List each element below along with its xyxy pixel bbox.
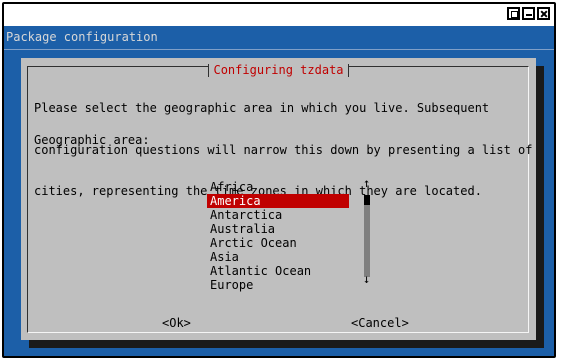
ok-button[interactable]: <Ok> [162,316,191,330]
debconf-dialog: Configuring tzdata Please select the geo… [21,58,536,340]
minimize-icon[interactable] [522,7,535,20]
list-item[interactable]: Europe [207,278,349,292]
list-item[interactable]: America [207,194,349,208]
scrollbar-thumb[interactable] [364,195,370,205]
list-item[interactable]: Africa [207,180,349,194]
geographic-area-label: Geographic area: [34,133,150,147]
prompt-line: Please select the geographic area in whi… [34,101,490,116]
maximize-icon[interactable] [507,7,520,20]
scroll-up-arrow-icon[interactable]: ↑ [363,176,370,190]
scroll-down-arrow-icon[interactable]: ↓ [363,272,370,286]
terminal-window: Package configuration Configuring tzdata… [2,2,556,358]
backtitle-divider [4,49,554,50]
window-controls [507,7,550,20]
scrollbar-track[interactable] [364,195,370,277]
list-item[interactable]: Asia [207,250,349,264]
window-titlebar [4,4,554,26]
close-icon[interactable] [537,7,550,20]
list-item[interactable]: Antarctica [207,208,349,222]
geographic-area-list[interactable]: Africa America Antarctica Australia Arct… [207,180,349,292]
terminal-screen: Package configuration Configuring tzdata… [4,26,554,356]
cancel-button[interactable]: <Cancel> [351,316,409,330]
list-item[interactable]: Arctic Ocean [207,236,349,250]
backtitle: Package configuration [6,30,158,44]
list-item[interactable]: Australia [207,222,349,236]
list-item[interactable]: Atlantic Ocean [207,264,349,278]
